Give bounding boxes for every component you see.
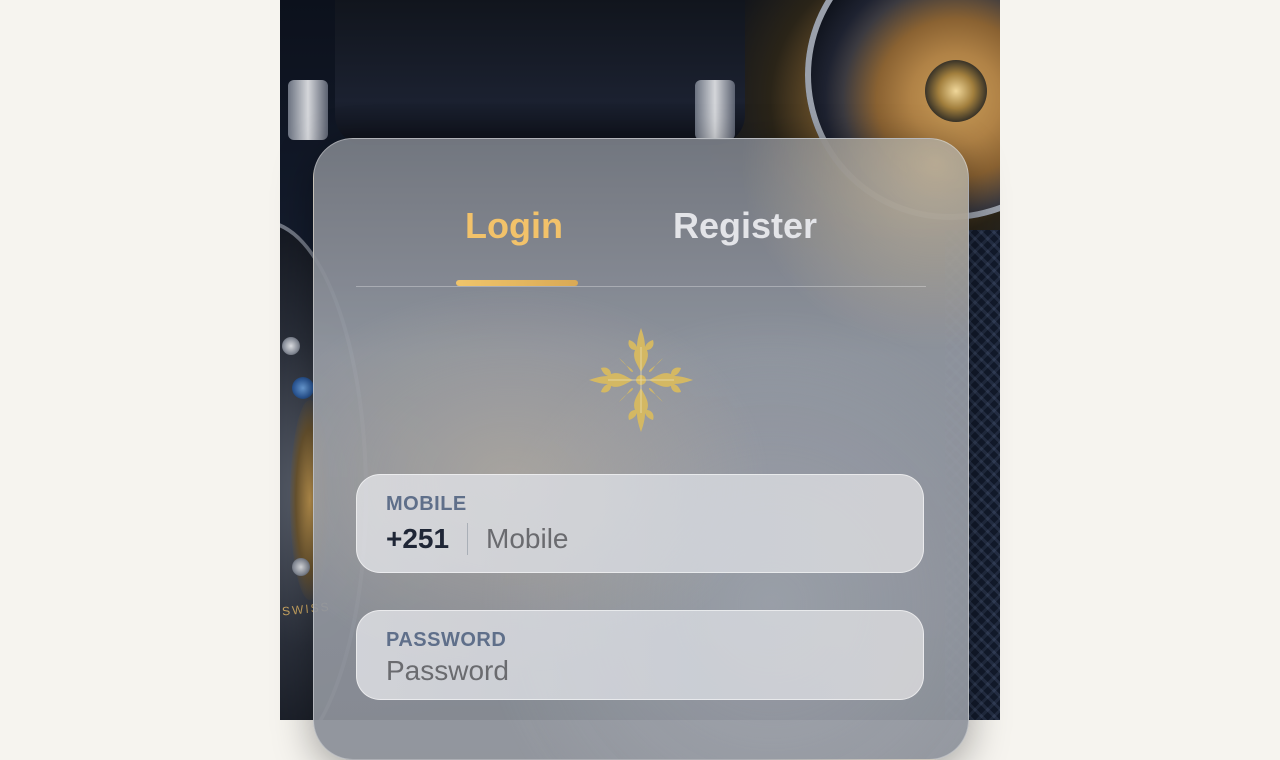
watch-strap-image [335, 0, 745, 145]
password-label: PASSWORD [386, 629, 507, 651]
country-code-prefix[interactable]: +251 [386, 523, 449, 555]
watch-lug-left [288, 80, 328, 140]
password-input[interactable] [386, 654, 886, 688]
tab-login[interactable]: Login [465, 205, 563, 247]
mobile-input[interactable] [486, 522, 886, 556]
active-tab-indicator [456, 280, 578, 286]
blue-screw-image [292, 377, 314, 399]
movement-jewel [925, 60, 987, 122]
tab-register[interactable]: Register [673, 205, 817, 247]
auth-tabs: Login Register [356, 139, 926, 287]
mobile-label: MOBILE [386, 493, 467, 515]
mobile-field[interactable]: MOBILE +251 [356, 474, 924, 573]
prefix-divider [467, 523, 468, 555]
password-field[interactable]: PASSWORD [356, 610, 924, 700]
login-card: Login Register MOBILE +251 PASSWORD [313, 138, 969, 760]
screw-image [292, 558, 310, 576]
screw-image [282, 337, 300, 355]
watch-lug-right [695, 80, 735, 140]
calatrava-cross-icon [589, 328, 693, 432]
